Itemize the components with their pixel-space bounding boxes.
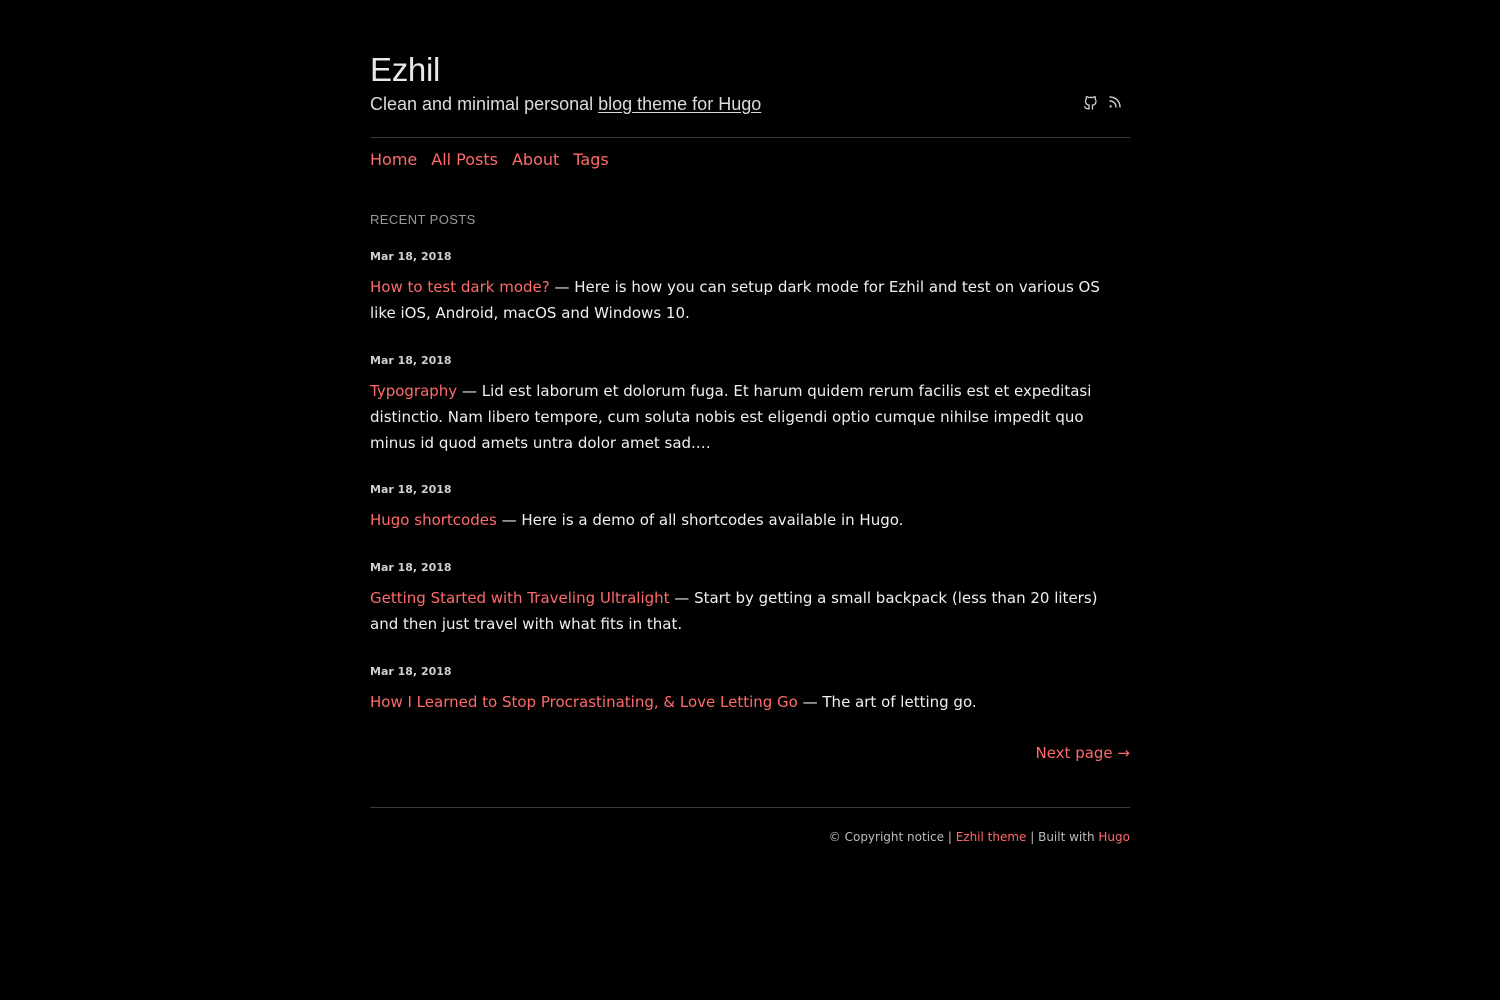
post-summary: Typography — Lid est laborum et dolorum … [370, 378, 1130, 456]
list-item: Mar 18, 2018 How to test dark mode? — He… [370, 250, 1130, 326]
post-date: Mar 18, 2018 [370, 354, 452, 367]
post-summary-text: — Lid est laborum et dolorum fuga. Et ha… [370, 382, 1092, 452]
rss-icon[interactable] [1108, 94, 1122, 110]
hugo-link[interactable]: Hugo [1098, 830, 1130, 844]
post-title-link[interactable]: How to test dark mode? [370, 278, 550, 296]
post-date: Mar 18, 2018 [370, 561, 452, 574]
pagination: Next page → [1035, 742, 1130, 764]
site-header: Ezhil Clean and minimal personal blog th… [370, 0, 1130, 138]
post-title-link[interactable]: How I Learned to Stop Procrastinating, &… [370, 693, 798, 711]
page-container: Ezhil Clean and minimal personal blog th… [370, 0, 1130, 844]
post-date: Mar 18, 2018 [370, 483, 452, 496]
copyright-notice: © Copyright notice | [828, 830, 956, 844]
site-description: Clean and minimal personal blog theme fo… [370, 92, 761, 116]
recent-posts-heading: RECENT POSTS [370, 212, 476, 227]
nav-item-tags[interactable]: Tags [573, 148, 608, 172]
built-with-text: | Built with [1026, 830, 1099, 844]
site-description-text: Clean and minimal personal [370, 94, 599, 114]
post-summary: How I Learned to Stop Procrastinating, &… [370, 689, 1130, 715]
main-nav: Home All Posts About Tags [370, 148, 609, 172]
ezhil-theme-link[interactable]: Ezhil theme [956, 830, 1027, 844]
nav-item-home[interactable]: Home [370, 148, 417, 172]
post-title-link[interactable]: Hugo shortcodes [370, 511, 497, 529]
post-summary: Hugo shortcodes — Here is a demo of all … [370, 507, 1130, 533]
post-summary: How to test dark mode? — Here is how you… [370, 274, 1130, 326]
post-summary-text: — The art of letting go. [797, 693, 977, 711]
theme-link[interactable]: blog theme for Hugo [598, 94, 761, 114]
list-item: Mar 18, 2018 How I Learned to Stop Procr… [370, 665, 1130, 715]
github-icon[interactable] [1083, 94, 1098, 110]
nav-item-all-posts[interactable]: All Posts [431, 148, 498, 172]
list-item: Mar 18, 2018 Typography — Lid est laboru… [370, 354, 1130, 456]
social-links [1083, 94, 1122, 110]
site-footer: © Copyright notice | Ezhil theme | Built… [370, 807, 1130, 844]
site-title[interactable]: Ezhil [370, 50, 440, 90]
post-date: Mar 18, 2018 [370, 250, 452, 263]
footer-text: © Copyright notice | Ezhil theme | Built… [829, 830, 1130, 844]
next-page-link[interactable]: Next page → [1035, 744, 1130, 762]
list-item: Mar 18, 2018 Hugo shortcodes — Here is a… [370, 483, 1130, 533]
post-summary-text: — Here is a demo of all shortcodes avail… [496, 511, 904, 529]
post-date: Mar 18, 2018 [370, 665, 452, 678]
post-title-link[interactable]: Typography [370, 382, 457, 400]
post-title-link[interactable]: Getting Started with Traveling Ultraligh… [370, 589, 670, 607]
list-item: Mar 18, 2018 Getting Started with Travel… [370, 561, 1130, 637]
nav-item-about[interactable]: About [512, 148, 559, 172]
post-summary: Getting Started with Traveling Ultraligh… [370, 585, 1130, 637]
